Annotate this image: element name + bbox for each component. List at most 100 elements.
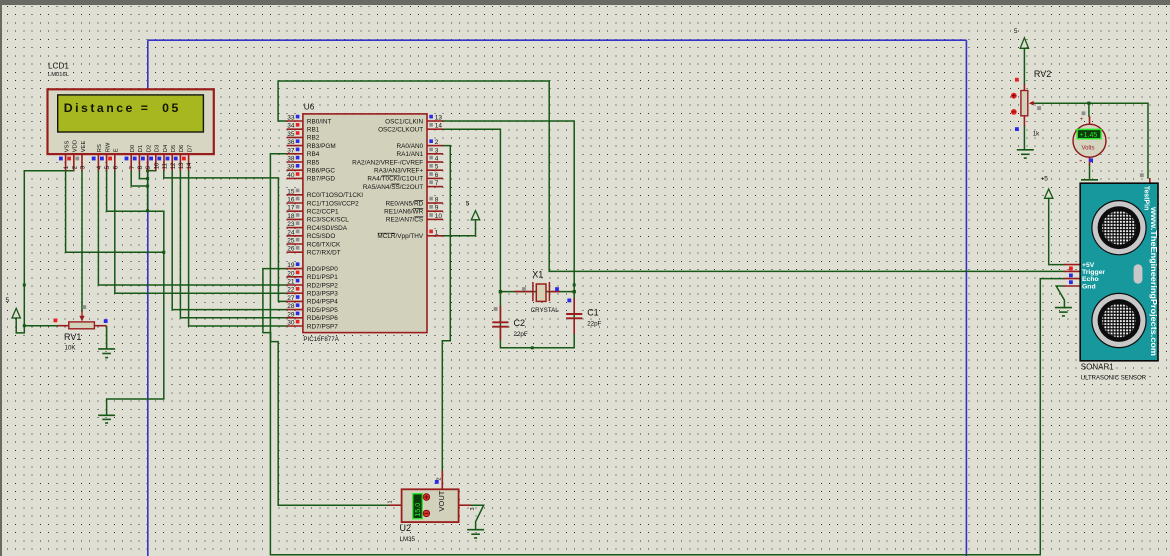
- svg-text:10: 10: [154, 162, 160, 169]
- svg-text:34: 34: [287, 123, 295, 130]
- svg-text:RB1: RB1: [307, 127, 320, 134]
- svg-text:13: 13: [179, 162, 185, 169]
- svg-text:1: 1: [435, 229, 439, 236]
- svg-text:SONAR1: SONAR1: [1081, 362, 1114, 371]
- svg-text:MCLR/Vpp/THV: MCLR/Vpp/THV: [377, 233, 424, 240]
- svg-text:5: 5: [1014, 28, 1018, 35]
- svg-text:VOUT: VOUT: [437, 490, 446, 511]
- svg-text:16: 16: [287, 197, 295, 204]
- svg-text:RC6/TX/CK: RC6/TX/CK: [307, 241, 341, 248]
- svg-text:22pF: 22pF: [514, 331, 528, 338]
- svg-text:3: 3: [435, 147, 439, 154]
- svg-text:RA1/AN1: RA1/AN1: [397, 151, 424, 158]
- svg-text:RC0/T1OSO/T1CKI: RC0/T1OSO/T1CKI: [307, 192, 363, 199]
- svg-text:D1: D1: [138, 145, 144, 152]
- svg-text:25: 25: [287, 238, 295, 245]
- svg-text:RD5/PSP5: RD5/PSP5: [307, 307, 338, 314]
- svg-text:13: 13: [435, 115, 443, 122]
- svg-text:RD0/PSP0: RD0/PSP0: [307, 266, 338, 273]
- svg-text:RD1/PSP1: RD1/PSP1: [307, 274, 338, 281]
- svg-text:5: 5: [6, 297, 10, 304]
- svg-text:30: 30: [287, 320, 295, 327]
- svg-text:Trigger: Trigger: [1082, 269, 1105, 276]
- svg-text:6: 6: [435, 172, 439, 179]
- svg-text:OSC1/CLKIN: OSC1/CLKIN: [385, 118, 423, 125]
- svg-text:LCD1: LCD1: [48, 62, 69, 71]
- svg-text:RA2/AN2/VREF-/CVREF: RA2/AN2/VREF-/CVREF: [352, 159, 423, 166]
- svg-text:RD6/PSP6: RD6/PSP6: [307, 315, 338, 322]
- svg-text:TestPin: TestPin: [1143, 186, 1150, 210]
- svg-text:C2: C2: [514, 318, 526, 328]
- svg-text:39: 39: [287, 164, 295, 171]
- svg-text:U6: U6: [304, 103, 315, 112]
- svg-text:RE0/AN5/RD: RE0/AN5/RD: [386, 200, 424, 207]
- svg-text:+5: +5: [1041, 176, 1049, 183]
- svg-text:-: -: [1079, 156, 1082, 166]
- svg-text:22pF: 22pF: [587, 321, 601, 328]
- svg-text:3: 3: [470, 507, 476, 510]
- svg-text:D4: D4: [163, 144, 169, 152]
- svg-text:RV2: RV2: [1034, 69, 1051, 79]
- svg-text:RW: RW: [105, 142, 111, 152]
- svg-text:RB2: RB2: [307, 135, 320, 142]
- svg-text:X1: X1: [532, 270, 543, 280]
- svg-text:RA5/AN4/SS/C2OUT: RA5/AN4/SS/C2OUT: [363, 184, 423, 191]
- svg-text:RD2/PSP2: RD2/PSP2: [307, 282, 338, 289]
- svg-text:RD4/PSP4: RD4/PSP4: [307, 299, 338, 306]
- svg-text:RD3/PSP3: RD3/PSP3: [307, 291, 338, 298]
- svg-text:1: 1: [388, 500, 394, 503]
- svg-text:U2: U2: [400, 523, 412, 533]
- svg-text:RS: RS: [97, 144, 103, 152]
- svg-text:Echo: Echo: [1082, 276, 1099, 283]
- svg-text:11: 11: [163, 162, 169, 169]
- svg-text:RB5: RB5: [307, 159, 320, 166]
- svg-text:RE1/AN6/WR: RE1/AN6/WR: [384, 209, 423, 216]
- svg-text:VDD: VDD: [73, 140, 79, 152]
- svg-text:D6: D6: [179, 145, 185, 152]
- svg-text:9: 9: [435, 205, 439, 212]
- svg-text:OSC2/CLKOUT: OSC2/CLKOUT: [378, 127, 423, 134]
- svg-text:14: 14: [435, 123, 443, 130]
- svg-text:38: 38: [287, 156, 295, 163]
- svg-text:D5: D5: [171, 145, 177, 152]
- svg-text:22: 22: [287, 287, 295, 294]
- svg-text:33: 33: [287, 115, 295, 122]
- svg-text:RB4: RB4: [307, 151, 320, 158]
- svg-text:15.0: 15.0: [413, 503, 422, 517]
- svg-text:12: 12: [171, 162, 177, 169]
- svg-text:D3: D3: [155, 145, 161, 152]
- svg-text:29: 29: [287, 311, 295, 318]
- svg-text:4: 4: [435, 156, 439, 163]
- svg-text:23: 23: [287, 221, 295, 228]
- svg-text:+: +: [1080, 116, 1084, 123]
- svg-text:+1.45: +1.45: [1080, 132, 1098, 139]
- svg-text:21: 21: [287, 279, 295, 286]
- svg-text:LM35: LM35: [400, 536, 416, 543]
- svg-text:7: 7: [435, 180, 439, 187]
- svg-text:Distance = 05: Distance = 05: [64, 101, 179, 115]
- svg-text:+5V: +5V: [1082, 262, 1095, 269]
- svg-text:10: 10: [435, 213, 443, 220]
- svg-text:Gnd: Gnd: [1082, 284, 1096, 291]
- svg-text:RC4/SDI/SDA: RC4/SDI/SDA: [307, 225, 348, 232]
- svg-text:RB7/PGD: RB7/PGD: [307, 176, 335, 183]
- svg-text:D7: D7: [187, 145, 193, 152]
- svg-text:RE2/AN7/CS: RE2/AN7/CS: [386, 217, 423, 224]
- svg-text:15: 15: [287, 188, 295, 195]
- svg-text:14: 14: [187, 162, 193, 169]
- svg-text:17: 17: [287, 205, 295, 212]
- svg-text:RC2/CCP1: RC2/CCP1: [307, 209, 339, 216]
- svg-text:RD7/PSP7: RD7/PSP7: [307, 323, 338, 330]
- svg-text:RB3/PGM: RB3/PGM: [307, 143, 336, 150]
- svg-text:10K: 10K: [65, 345, 77, 352]
- svg-text:www.TheEngineeringProjects.com: www.TheEngineeringProjects.com: [1149, 206, 1158, 356]
- svg-text:RC5/SDO: RC5/SDO: [307, 233, 335, 240]
- svg-text:2: 2: [437, 477, 443, 480]
- svg-text:RA3/AN3/VREF+: RA3/AN3/VREF+: [374, 168, 423, 175]
- svg-text:8: 8: [435, 197, 439, 204]
- svg-text:VEE: VEE: [81, 140, 87, 152]
- svg-text:5: 5: [435, 164, 439, 171]
- svg-text:RC3/SCK/SCL: RC3/SCK/SCL: [307, 217, 349, 224]
- svg-text:D0: D0: [130, 145, 136, 152]
- svg-text:36: 36: [287, 139, 295, 146]
